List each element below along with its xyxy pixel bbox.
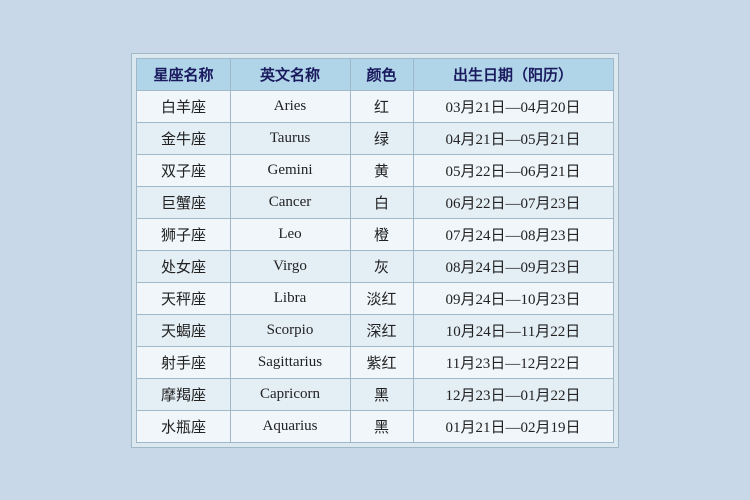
cell-english: Libra xyxy=(230,282,350,314)
cell-chinese: 金牛座 xyxy=(137,122,230,154)
table-row: 摩羯座Capricorn黑12月23日—01月22日 xyxy=(137,378,613,410)
table-row: 处女座Virgo灰08月24日—09月23日 xyxy=(137,250,613,282)
cell-english: Cancer xyxy=(230,186,350,218)
header-date: 出生日期（阳历） xyxy=(413,58,613,90)
cell-dates: 03月21日—04月20日 xyxy=(413,90,613,122)
cell-chinese: 巨蟹座 xyxy=(137,186,230,218)
cell-chinese: 天秤座 xyxy=(137,282,230,314)
cell-dates: 05月22日—06月21日 xyxy=(413,154,613,186)
cell-chinese: 处女座 xyxy=(137,250,230,282)
header-english: 英文名称 xyxy=(230,58,350,90)
table-row: 天蝎座Scorpio深红10月24日—11月22日 xyxy=(137,314,613,346)
cell-color: 橙 xyxy=(350,218,413,250)
zodiac-table: 星座名称 英文名称 颜色 出生日期（阳历） 白羊座Aries红03月21日—04… xyxy=(136,58,613,443)
cell-english: Sagittarius xyxy=(230,346,350,378)
table-row: 天秤座Libra淡红09月24日—10月23日 xyxy=(137,282,613,314)
cell-dates: 07月24日—08月23日 xyxy=(413,218,613,250)
cell-dates: 09月24日—10月23日 xyxy=(413,282,613,314)
cell-dates: 06月22日—07月23日 xyxy=(413,186,613,218)
table-header-row: 星座名称 英文名称 颜色 出生日期（阳历） xyxy=(137,58,613,90)
cell-chinese: 摩羯座 xyxy=(137,378,230,410)
cell-chinese: 双子座 xyxy=(137,154,230,186)
cell-english: Virgo xyxy=(230,250,350,282)
cell-english: Gemini xyxy=(230,154,350,186)
cell-chinese: 水瓶座 xyxy=(137,410,230,442)
cell-dates: 12月23日—01月22日 xyxy=(413,378,613,410)
table-row: 狮子座Leo橙07月24日—08月23日 xyxy=(137,218,613,250)
cell-english: Scorpio xyxy=(230,314,350,346)
cell-dates: 04月21日—05月21日 xyxy=(413,122,613,154)
cell-dates: 11月23日—12月22日 xyxy=(413,346,613,378)
cell-chinese: 狮子座 xyxy=(137,218,230,250)
table-row: 射手座Sagittarius紫红11月23日—12月22日 xyxy=(137,346,613,378)
cell-color: 黄 xyxy=(350,154,413,186)
cell-english: Leo xyxy=(230,218,350,250)
table-row: 双子座Gemini黄05月22日—06月21日 xyxy=(137,154,613,186)
cell-chinese: 白羊座 xyxy=(137,90,230,122)
cell-color: 淡红 xyxy=(350,282,413,314)
cell-color: 红 xyxy=(350,90,413,122)
cell-dates: 10月24日—11月22日 xyxy=(413,314,613,346)
cell-english: Aquarius xyxy=(230,410,350,442)
header-color: 颜色 xyxy=(350,58,413,90)
cell-color: 白 xyxy=(350,186,413,218)
cell-chinese: 天蝎座 xyxy=(137,314,230,346)
zodiac-table-container: 星座名称 英文名称 颜色 出生日期（阳历） 白羊座Aries红03月21日—04… xyxy=(131,53,618,448)
header-chinese: 星座名称 xyxy=(137,58,230,90)
cell-dates: 08月24日—09月23日 xyxy=(413,250,613,282)
cell-color: 深红 xyxy=(350,314,413,346)
cell-english: Taurus xyxy=(230,122,350,154)
cell-color: 紫红 xyxy=(350,346,413,378)
cell-color: 绿 xyxy=(350,122,413,154)
cell-english: Capricorn xyxy=(230,378,350,410)
table-row: 巨蟹座Cancer白06月22日—07月23日 xyxy=(137,186,613,218)
cell-dates: 01月21日—02月19日 xyxy=(413,410,613,442)
cell-english: Aries xyxy=(230,90,350,122)
table-row: 金牛座Taurus绿04月21日—05月21日 xyxy=(137,122,613,154)
cell-chinese: 射手座 xyxy=(137,346,230,378)
table-row: 水瓶座Aquarius黑01月21日—02月19日 xyxy=(137,410,613,442)
cell-color: 灰 xyxy=(350,250,413,282)
cell-color: 黑 xyxy=(350,378,413,410)
cell-color: 黑 xyxy=(350,410,413,442)
table-row: 白羊座Aries红03月21日—04月20日 xyxy=(137,90,613,122)
